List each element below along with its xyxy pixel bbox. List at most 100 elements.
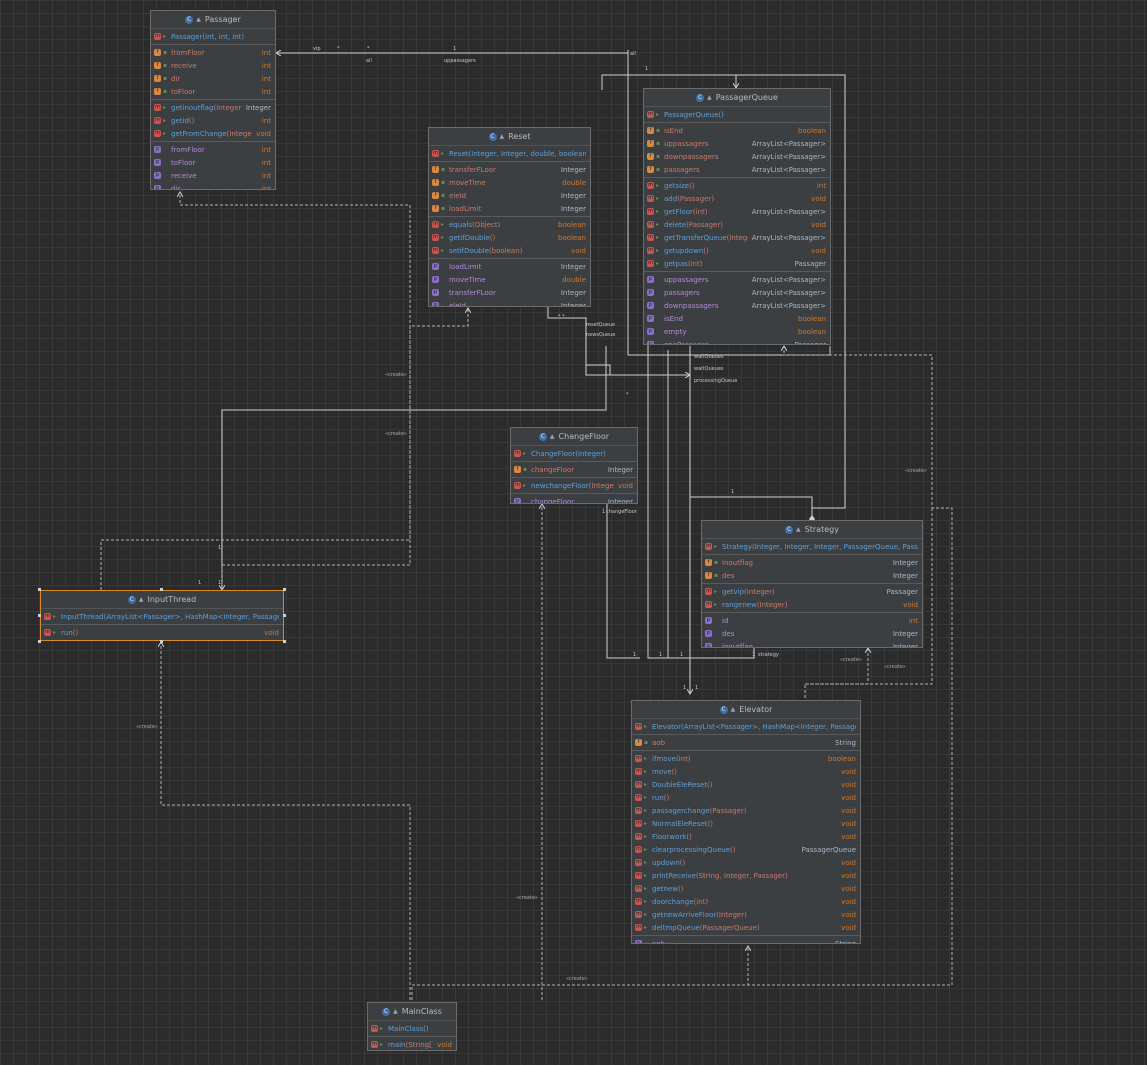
constructor-row[interactable]: m ▸ PassagerQueue() (644, 108, 830, 121)
constructor-row[interactable]: m ▸ Elevator(ArrayList<Passager>, HashMap<… (632, 720, 860, 733)
selection-handle[interactable] (38, 588, 41, 591)
method-row[interactable]: m ▸ updown() void (632, 856, 860, 869)
method-params: () (679, 858, 686, 867)
field-row[interactable]: f ▪ inoutflag Integer (702, 556, 922, 569)
method-row[interactable]: m ▸ DoubleEleReset() void (632, 778, 860, 791)
field-row[interactable]: f ▪ des Integer (702, 569, 922, 582)
class-passager-queue[interactable]: C ▲ PassagerQueue m ▸ PassagerQueue() f ▪ isEn… (643, 88, 831, 345)
class-passager[interactable]: C ▲ Passager m ▸ Passager(int, int, int) f ▪ f… (150, 10, 276, 190)
constructor-row[interactable]: m ▸ Passager(int, int, int) (151, 30, 275, 43)
property-row[interactable]: p receive int (151, 169, 275, 182)
method-row[interactable]: m ▸ doorchange(int) void (632, 895, 860, 908)
method-row[interactable]: m ▸ getnew() void (632, 882, 860, 895)
field-row[interactable]: f ▪ moveTime double (429, 176, 590, 189)
field-row[interactable]: f ▪ eleId Integer (429, 189, 590, 202)
property-row[interactable]: p aob String (632, 937, 860, 943)
method-row[interactable]: m ▸ passagerchange(Passager) void (632, 804, 860, 817)
class-strategy[interactable]: C ▲ Strategy m ▸ Strategy(Integer, Integer, … (701, 520, 923, 648)
selection-handle[interactable] (38, 614, 41, 617)
property-row[interactable]: p fromFloor int (151, 143, 275, 156)
constructor-row[interactable]: m ▸ ChangeFloor(Integer) (511, 447, 637, 460)
class-icon: C (696, 93, 705, 102)
constructor-row[interactable]: m ▸ MainClass() (368, 1022, 456, 1035)
method-row[interactable]: m▸ getFromChange(Integer)void (151, 127, 275, 140)
property-name: empty (664, 327, 687, 336)
edge-label-changefloor: changeFloor (606, 509, 637, 515)
method-row[interactable]: m ▸ getFloor(int) ArrayList<Passager> (644, 205, 830, 218)
method-row[interactable]: m ▸ ifmove(int) boolean (632, 752, 860, 765)
method-row[interactable]: m ▸ getsize() int (644, 179, 830, 192)
field-row[interactable]: f ▪ loadLimit Integer (429, 202, 590, 215)
property-row[interactable]: p downpassagers ArrayList<Passager> (644, 299, 830, 312)
method-row[interactable]: m ▸ getid() int (151, 114, 275, 127)
method-row[interactable]: m ▸ add(Passager) void (644, 192, 830, 205)
field-row[interactable]: f ▪ transferFLoor Integer (429, 163, 590, 176)
property-row[interactable]: p loadLimit Integer (429, 260, 590, 273)
selection-handle[interactable] (38, 640, 41, 643)
method-row[interactable]: m ▸ clearprocessingQueue() PassagerQueue (632, 843, 860, 856)
class-change-floor[interactable]: C ▲ ChangeFloor m ▸ ChangeFloor(Integer) f ▪ c… (510, 427, 638, 504)
property-row[interactable]: p inoutflag Integer (702, 640, 922, 647)
constructor-row[interactable]: m ▸ InputThread(ArrayList<Passager>, HashM… (41, 610, 283, 623)
field-type: ArrayList<Passager> (751, 152, 826, 161)
method-row[interactable]: m ▸ setifDouble(boolean) void (429, 244, 590, 257)
selection-handle[interactable] (283, 588, 286, 591)
method-row[interactable]: m▸ newchangeFloor(Integer)void (511, 479, 637, 492)
method-row[interactable]: m ▸ NormalEleReset() void (632, 817, 860, 830)
field-row[interactable]: f ▪ uppassagers ArrayList<Passager> (644, 137, 830, 150)
property-row[interactable]: p toFloor int (151, 156, 275, 169)
constructor-row[interactable]: m ▸ Reset(Integer, Integer, double, boolea… (429, 147, 590, 160)
class-input-thread[interactable]: C ▲ InputThread m ▸ InputThread(ArrayList<Pa… (40, 590, 284, 641)
public-icon: ▸ (714, 588, 718, 595)
class-main-class[interactable]: C ▲ MainClass m ▸ MainClass() m ▸ main(String[… (367, 1002, 457, 1051)
method-row[interactable]: m ▸ getvip(Integer) Passager (702, 585, 922, 598)
field-row[interactable]: f ▪ aob String (632, 736, 860, 749)
field-row[interactable]: f ▪ downpassagers ArrayList<Passager> (644, 150, 830, 163)
method-row[interactable]: m ▸ deltmpQueue(PassagerQueue) void (632, 921, 860, 934)
method-row[interactable]: m ▸ run() void (632, 791, 860, 804)
method-row[interactable]: m ▸ delete(Passager) void (644, 218, 830, 231)
method-row[interactable]: m ▸ getinoutflag(Integer) Integer (151, 101, 275, 114)
method-row[interactable]: m▸ main(String[])void (368, 1038, 456, 1050)
method-row[interactable]: m ▸ move() void (632, 765, 860, 778)
constructor-row[interactable]: m ▸ Strategy(Integer, Integer, Integer, Pa… (702, 540, 922, 553)
property-row[interactable]: p isEnd boolean (644, 312, 830, 325)
property-row[interactable]: p eleId Integer (429, 299, 590, 306)
selection-handle[interactable] (160, 640, 163, 643)
property-row[interactable]: p onePassager Passager (644, 338, 830, 344)
field-icon: f (647, 153, 654, 160)
method-row[interactable]: m▸ getTransferQueue(Integer)ArrayList<Pas… (644, 231, 830, 244)
method-row[interactable]: m ▸ getupdown() void (644, 244, 830, 257)
property-row[interactable]: p passagers ArrayList<Passager> (644, 286, 830, 299)
property-row[interactable]: p empty boolean (644, 325, 830, 338)
method-row[interactable]: m ▸ run() void (41, 626, 283, 639)
class-reset[interactable]: C ▲ Reset m ▸ Reset(Integer, Integer, double… (428, 127, 591, 307)
class-elevator[interactable]: C ▲ Elevator m ▸ Elevator(ArrayList<Passager… (631, 700, 861, 944)
property-row[interactable]: p id int (702, 614, 922, 627)
property-row[interactable]: p moveTime double (429, 273, 590, 286)
method-row[interactable]: m ▸ Floorwork() void (632, 830, 860, 843)
property-name: uppassagers (664, 275, 709, 284)
property-row[interactable]: p des Integer (702, 627, 922, 640)
property-type: boolean (798, 314, 826, 323)
field-row[interactable]: f ▪ changeFloor Integer (511, 463, 637, 476)
selection-handle[interactable] (283, 614, 286, 617)
method-row[interactable]: m ▸ equals(Object) boolean (429, 218, 590, 231)
field-row[interactable]: f ▪ receive int (151, 59, 275, 72)
property-row[interactable]: p dir int (151, 182, 275, 189)
property-row[interactable]: p changeFloor Integer (511, 495, 637, 503)
field-row[interactable]: f ▪ passagers ArrayList<Passager> (644, 163, 830, 176)
field-row[interactable]: f ▪ isEnd boolean (644, 124, 830, 137)
field-row[interactable]: f ▪ fromFloor int (151, 46, 275, 59)
selection-handle[interactable] (160, 588, 163, 591)
method-row[interactable]: m ▸ getnewArriveFloor(Integer) void (632, 908, 860, 921)
method-row[interactable]: m ▸ getifDouble() boolean (429, 231, 590, 244)
field-row[interactable]: f ▪ toFloor int (151, 85, 275, 98)
method-row[interactable]: m ▸ getpas(int) Passager (644, 257, 830, 270)
method-row[interactable]: m ▸ printReceive(String, Integer, Passager… (632, 869, 860, 882)
method-row[interactable]: m ▸ rangenew(Integer) void (702, 598, 922, 611)
field-row[interactable]: f ▪ dir int (151, 72, 275, 85)
selection-handle[interactable] (283, 640, 286, 643)
property-row[interactable]: p transferFLoor Integer (429, 286, 590, 299)
property-row[interactable]: p uppassagers ArrayList<Passager> (644, 273, 830, 286)
